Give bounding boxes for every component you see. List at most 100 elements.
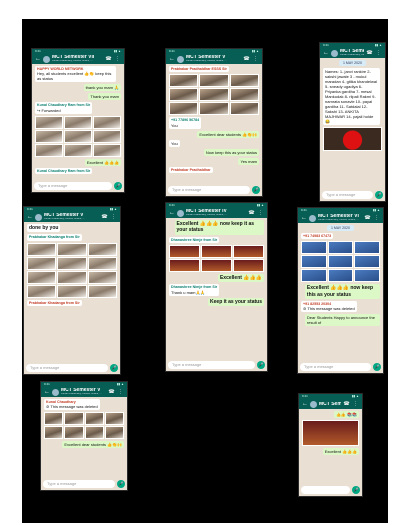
message-input[interactable]: Type a message (300, 363, 371, 371)
phone-screenshot: 9:41▮▮ ▲←MCT Semester☎ ⋮👍👍 📚📚Excellent 👍… (298, 393, 363, 497)
student-photo (104, 412, 124, 426)
photo-collage[interactable] (35, 115, 121, 157)
group-avatar[interactable] (43, 55, 50, 63)
message-bubble[interactable]: +91 82553 20304 ⊘ This message was delete… (301, 300, 357, 313)
message-sender: Kunal Chaudhary Ram from Sir (37, 168, 91, 173)
call-menu-icons[interactable]: ☎ ⋮ (248, 210, 264, 216)
message-bubble[interactable]: Excellent dear students 👍👏🙌 (197, 130, 259, 138)
back-arrow-icon[interactable]: ← (44, 387, 50, 397)
message-bubble[interactable]: Kunal Chaudhary Ram from Sir ↪ Forwarded (35, 102, 93, 114)
chat-subtitle: Kunal Chaudhary, Kesha, Ishani, ... (186, 214, 227, 217)
call-menu-icons[interactable]: ☎ ⋮ (105, 56, 121, 62)
message-input[interactable] (301, 486, 350, 494)
back-arrow-icon[interactable]: ← (169, 208, 175, 218)
photo-collage[interactable] (44, 412, 124, 440)
message-bubble[interactable]: Thank you mam (88, 93, 121, 101)
date-pill: 1 MAY 2020 (339, 60, 366, 66)
message-bubble[interactable]: HAPPY WORLD NETWORK Hey, all students exc… (35, 66, 117, 83)
student-photo (302, 420, 359, 446)
call-menu-icons[interactable]: ☎ ⋮ (343, 401, 359, 407)
message-input[interactable]: Type a message (43, 480, 115, 488)
back-arrow-icon[interactable]: ← (302, 399, 308, 409)
group-avatar[interactable] (177, 209, 184, 217)
message-bubble[interactable]: Prabhakar Pradhaldhar ESSS Sir (169, 66, 229, 73)
message-bubble[interactable]: Now keep this as your status (203, 148, 259, 156)
group-avatar[interactable] (52, 388, 59, 396)
student-photo (169, 244, 200, 258)
back-arrow-icon[interactable]: ← (323, 48, 329, 58)
student-photo (44, 412, 64, 426)
call-menu-icons[interactable]: ☎ ⋮ (364, 215, 380, 221)
message-bubble[interactable]: Excellent 👍👍👍 (84, 158, 121, 166)
back-arrow-icon[interactable]: ← (27, 212, 33, 222)
mic-icon[interactable]: 🎤 (375, 191, 383, 199)
message-sender: +91 74983 67473 (303, 234, 332, 238)
message-bubble[interactable]: Yes mam (238, 157, 259, 165)
mic-icon[interactable]: 🎤 (110, 364, 118, 372)
message-bubble[interactable]: Dhanashree Nimje from Sir Thank u mam🙏🙏 (169, 284, 220, 296)
mic-icon[interactable]: 🎤 (117, 480, 125, 488)
chat-title-block[interactable]: MCT Semester IIKunal Chaudhary, Kesha, I… (340, 49, 364, 57)
message-input[interactable]: Type a message (168, 361, 255, 369)
photo-collage[interactable] (169, 74, 259, 116)
photo-collage[interactable] (301, 241, 380, 283)
message-input[interactable]: Type a message (168, 186, 250, 194)
group-avatar[interactable] (310, 400, 317, 408)
call-menu-icons[interactable]: ☎ ⋮ (366, 50, 382, 56)
message-bubble[interactable]: Excellent 👍👍👍 (217, 273, 264, 283)
back-arrow-icon[interactable]: ← (169, 54, 175, 64)
message-input[interactable]: Type a message (322, 191, 373, 199)
message-bubble[interactable]: Names: 1- janvi rankire 2- sakshi jawale… (323, 68, 381, 125)
photo-collage[interactable] (27, 242, 117, 298)
message-bubble[interactable]: Excellent 👍👍👍 now keep it as your status (174, 220, 264, 235)
chat-title-block[interactable]: MCT Semester V Kunal Chaudhary, Kesha, Is… (44, 213, 99, 221)
message-bubble[interactable]: Prabhakar Pradhaldhar (169, 166, 213, 174)
chat-title-block[interactable]: MCT Semester VI Kunal Chaudhary, Kesha, I… (318, 214, 362, 222)
call-menu-icons[interactable]: ☎ ⋮ (243, 56, 259, 62)
message-bubble[interactable]: Prabhakar Khadanga from Sir (27, 299, 82, 307)
message-text: Names: 1- janvi rankire 2- sakshi jawale… (325, 69, 378, 124)
message-bubble[interactable]: You (169, 139, 180, 147)
chat-title-block[interactable]: MCT Semester (319, 402, 341, 407)
message-bubble[interactable]: Dhanashree Nimje from Sir (169, 236, 220, 243)
mic-icon[interactable]: 🎤 (352, 486, 360, 494)
mic-icon[interactable]: 🎤 (252, 186, 260, 194)
message-bubble[interactable]: Excellent dear students 👍👏🙌 (62, 441, 124, 449)
chat-title-block[interactable]: MCT Semester IV Kunal Chaudhary, Kesha, I… (186, 209, 246, 217)
student-photo (57, 242, 87, 256)
message-bubble[interactable]: Kunal Chaudhary Ram from Sir (35, 167, 93, 175)
chat-header: ← MCT Semester V Kunal Chaudhary, Kesha, I… (166, 54, 262, 64)
message-bubble[interactable]: +91 74983 67473 (301, 233, 334, 240)
message-bubble[interactable]: Prabhakar Khadanga from Sir (27, 234, 82, 241)
message-bubble[interactable]: thank you mam 🙏 (83, 84, 121, 92)
photo-collage[interactable] (302, 420, 359, 446)
back-arrow-icon[interactable]: ← (35, 54, 41, 64)
message-bubble[interactable]: Keep it as your status (208, 297, 264, 306)
call-menu-icons[interactable]: ☎ ⋮ (101, 214, 117, 220)
chat-title-block[interactable]: MCT Semester V Kunal Chaudhary, Kesha, Is… (186, 55, 241, 63)
message-bubble[interactable]: done by you (27, 224, 61, 233)
group-avatar[interactable] (177, 55, 184, 63)
mic-icon[interactable]: 🎤 (114, 182, 122, 190)
chat-title-block[interactable]: MCT Semester VII Kunal Chaudhary, Kesha, … (52, 55, 103, 63)
message-bubble[interactable]: Dear Students Happy to announce the resu… (304, 314, 380, 327)
message-bubble[interactable]: Excellent 👍👍👍 (322, 448, 359, 455)
student-photo (64, 115, 92, 129)
mic-icon[interactable]: 🎤 (257, 361, 265, 369)
message-bubble[interactable]: Excellent 👍👍👍 now keep this as your stat… (304, 284, 380, 299)
group-avatar[interactable] (35, 213, 42, 221)
group-avatar[interactable] (309, 214, 316, 222)
message-bubble[interactable]: Kunal Chaudhary ⊘ This message was delete… (44, 399, 100, 411)
chat-header: ← MCT Semester V Kunal Chaudhary, Kesha, I… (41, 387, 127, 397)
back-arrow-icon[interactable]: ← (301, 213, 307, 223)
message-input[interactable]: Type a message (26, 364, 108, 372)
mic-icon[interactable]: 🎤 (373, 363, 381, 371)
call-menu-icons[interactable]: ☎ ⋮ (108, 389, 124, 395)
message-input[interactable]: Type a message (34, 182, 112, 190)
group-avatar[interactable] (331, 49, 338, 57)
chat-title-block[interactable]: MCT Semester V Kunal Chaudhary, Kesha, Is… (61, 388, 106, 396)
message-bubble[interactable]: +91 77896 56784 You (169, 117, 202, 129)
photo-collage[interactable] (323, 127, 382, 151)
message-bubble[interactable]: 👍👍 📚📚 (333, 411, 359, 418)
photo-collage[interactable] (169, 244, 264, 272)
